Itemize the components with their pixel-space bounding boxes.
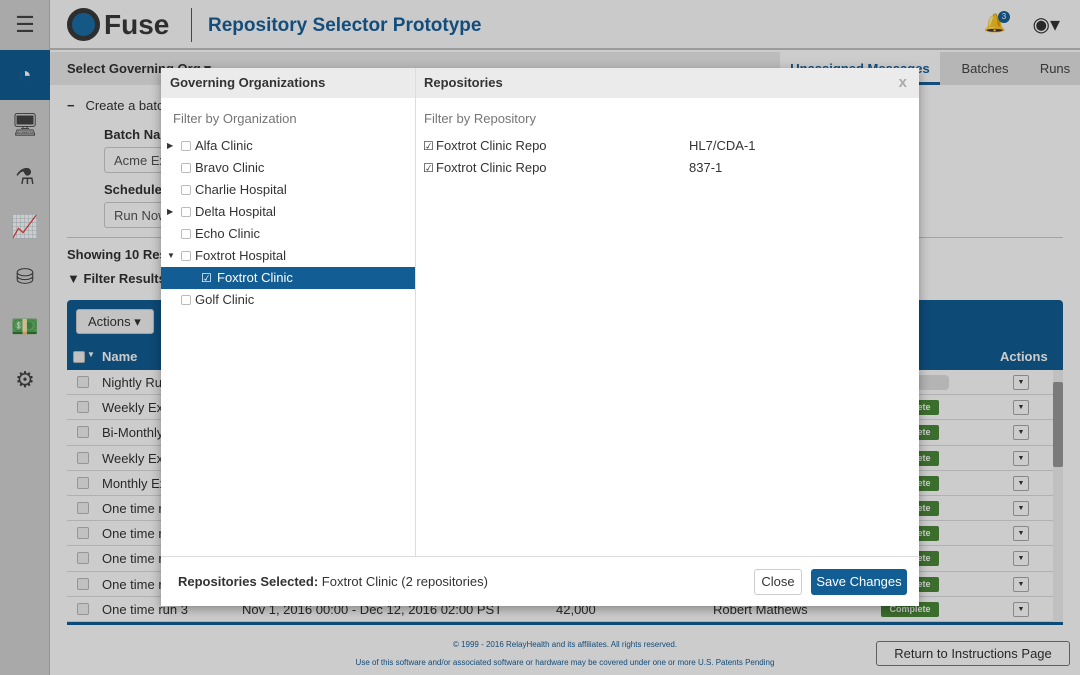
org-name: Charlie Hospital bbox=[195, 182, 287, 197]
org-name: Golf Clinic bbox=[195, 292, 255, 307]
repo-item[interactable]: ☑ Foxtrot Clinic Repo 837-1 bbox=[423, 157, 903, 179]
footer-divider bbox=[161, 556, 919, 557]
repo-filter-input[interactable] bbox=[424, 111, 644, 126]
caret-down-icon[interactable]: ▼ bbox=[167, 245, 175, 267]
org-checkbox[interactable] bbox=[181, 251, 191, 261]
org-checkbox[interactable] bbox=[181, 185, 191, 195]
repo-type: 837-1 bbox=[689, 160, 723, 175]
repo-item[interactable]: ☑ Foxtrot Clinic Repo HL7/CDA-1 bbox=[423, 135, 903, 157]
org-filter-input[interactable] bbox=[173, 111, 393, 126]
org-checkbox[interactable] bbox=[181, 295, 191, 305]
org-item[interactable]: Echo Clinic bbox=[161, 223, 415, 245]
summary-value: Foxtrot Clinic (2 repositories) bbox=[321, 574, 488, 589]
org-name: Delta Hospital bbox=[195, 204, 276, 219]
org-checkbox[interactable] bbox=[181, 141, 191, 151]
orgs-title: Governing Organizations bbox=[170, 75, 326, 90]
modal-header: Governing Organizations Repositories x bbox=[161, 68, 919, 98]
checkbox-checked-icon[interactable]: ☑ bbox=[423, 135, 434, 157]
close-button[interactable]: Close bbox=[754, 569, 802, 595]
repo-type: HL7/CDA-1 bbox=[689, 138, 756, 153]
column-divider bbox=[415, 68, 416, 556]
repos-title: Repositories bbox=[424, 75, 503, 90]
org-item[interactable]: Charlie Hospital bbox=[161, 179, 415, 201]
org-item[interactable]: ▶ Alfa Clinic bbox=[161, 135, 415, 157]
org-item[interactable]: Golf Clinic bbox=[161, 289, 415, 311]
org-name: Bravo Clinic bbox=[195, 160, 265, 175]
org-item[interactable]: ▶ Delta Hospital bbox=[161, 201, 415, 223]
org-checkbox[interactable] bbox=[181, 229, 191, 239]
checkbox-checked-icon[interactable]: ☑ bbox=[201, 267, 212, 289]
summary-label: Repositories Selected: bbox=[178, 574, 319, 589]
caret-right-icon[interactable]: ▶ bbox=[167, 201, 173, 223]
repository-selector-modal: Governing Organizations Repositories x ▶… bbox=[161, 68, 919, 606]
selection-summary: Repositories Selected: Foxtrot Clinic (2… bbox=[178, 574, 488, 589]
repo-name: Foxtrot Clinic Repo bbox=[436, 138, 547, 153]
org-name: Foxtrot Hospital bbox=[195, 248, 287, 263]
caret-right-icon[interactable]: ▶ bbox=[167, 135, 173, 157]
org-name: Foxtrot Clinic bbox=[217, 270, 293, 285]
org-item[interactable]: ☑ Foxtrot Clinic bbox=[161, 267, 415, 289]
checkbox-checked-icon[interactable]: ☑ bbox=[423, 157, 434, 179]
org-item[interactable]: ▼ Foxtrot Hospital bbox=[161, 245, 415, 267]
repo-name: Foxtrot Clinic Repo bbox=[436, 160, 547, 175]
close-icon[interactable]: x bbox=[899, 74, 907, 91]
save-changes-button[interactable]: Save Changes bbox=[811, 569, 907, 595]
org-checkbox[interactable] bbox=[181, 207, 191, 217]
org-item[interactable]: Bravo Clinic bbox=[161, 157, 415, 179]
org-name: Echo Clinic bbox=[195, 226, 261, 241]
org-checkbox[interactable] bbox=[181, 163, 191, 173]
org-name: Alfa Clinic bbox=[195, 138, 253, 153]
